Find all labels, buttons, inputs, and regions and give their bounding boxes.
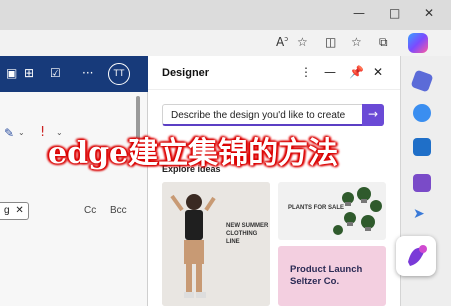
minimize-panel-icon[interactable]: —	[324, 65, 336, 79]
tools-icon[interactable]	[413, 174, 431, 192]
maximize-button[interactable]: □	[389, 6, 400, 20]
chip-close-icon[interactable]: ✕	[15, 205, 23, 216]
design-prompt-box: →	[162, 104, 384, 126]
overlay-caption: edge建立集锦的方法	[48, 136, 339, 171]
ribbon-bar: ▣ ⊞ ☑ ··· TT	[0, 56, 148, 92]
outlook-icon[interactable]	[413, 138, 431, 156]
pen-icon[interactable]: ✎	[4, 126, 14, 140]
copilot-icon[interactable]	[408, 33, 428, 53]
idea-card-product-launch[interactable]: Product Launch Seltzer Co.	[278, 246, 386, 306]
designer-icon	[408, 245, 427, 266]
idea-card-plants[interactable]: PLANTS FOR SALE	[278, 182, 386, 240]
plants-card-image	[333, 187, 382, 235]
send-icon[interactable]: ➤	[413, 206, 431, 224]
tag-icon[interactable]	[410, 69, 434, 93]
card1-line2: CLOTHING LINE	[226, 231, 258, 245]
card1-line1: NEW SUMMER	[226, 223, 269, 229]
card3-line2: Seltzer Co.	[290, 276, 340, 287]
panel-header: Designer ⋮ — 📌 ✕	[148, 56, 400, 90]
copilot-sidebar-icon[interactable]	[413, 104, 431, 122]
card3-line1: Product Launch	[290, 264, 363, 275]
bcc-link[interactable]: Bcc	[110, 205, 127, 216]
ribbon-more-icon[interactable]: ···	[82, 66, 93, 80]
insert-icon[interactable]: ⊞	[24, 66, 34, 80]
cc-link[interactable]: Cc	[84, 205, 96, 216]
pin-icon[interactable]: 📌	[349, 65, 364, 79]
favorite-icon[interactable]: ☆	[297, 35, 308, 49]
designer-fab-button[interactable]	[396, 236, 436, 276]
design-prompt-input[interactable]	[163, 105, 363, 125]
favorites-icon[interactable]: ☆	[351, 35, 362, 49]
chevron-down-icon[interactable]: ⌄	[18, 128, 25, 137]
collections-icon[interactable]: ⧉	[379, 35, 388, 50]
split-screen-icon[interactable]: ◫	[325, 35, 336, 49]
checklist-icon[interactable]: ☑	[50, 66, 61, 80]
read-aloud-icon[interactable]: Aↄ	[276, 35, 288, 49]
minimize-button[interactable]: —	[353, 6, 365, 20]
ribbon-icon-1[interactable]: ▣	[6, 66, 17, 80]
card3-title: Product Launch Seltzer Co.	[290, 264, 362, 288]
submit-arrow-icon[interactable]: →	[362, 104, 384, 126]
more-options-icon[interactable]: ⋮	[300, 65, 312, 79]
panel-title: Designer	[162, 67, 210, 79]
close-panel-icon[interactable]: ✕	[373, 65, 383, 79]
designer-panel: Designer ⋮ — 📌 ✕ → Explore ideas NEW SUM…	[148, 56, 400, 306]
idea-card-clothing[interactable]: NEW SUMMER CLOTHING LINE	[162, 182, 270, 306]
close-window-button[interactable]: ✕	[424, 6, 434, 20]
browser-toolbar: Aↄ ☆ ◫ ☆ ⧉	[0, 30, 451, 56]
recipient-chip-label: g	[4, 205, 10, 216]
importance-icon[interactable]: !	[40, 125, 45, 140]
title-bar: — □ ✕	[0, 0, 451, 30]
recipient-chip[interactable]: g ✕	[0, 202, 29, 220]
mail-compose-area: ▣ ⊞ ☑ ··· TT ✎ ⌄ ! ⌄ g ✕ Cc Bcc	[0, 56, 148, 306]
avatar[interactable]: TT	[108, 63, 130, 85]
